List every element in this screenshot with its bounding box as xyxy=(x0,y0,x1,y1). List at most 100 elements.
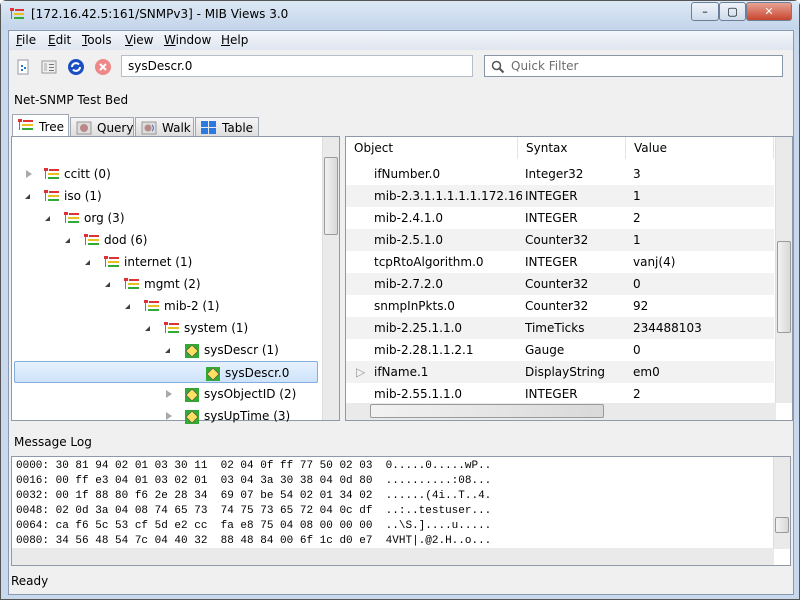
table-row[interactable]: mib-2.5.1.0 Counter32 1 xyxy=(346,229,774,251)
new-document-icon[interactable] xyxy=(14,58,32,76)
table-row[interactable]: mib-2.25.1.1.0 TimeTicks 234488103 xyxy=(346,317,774,339)
expand-arrow-icon[interactable] xyxy=(166,412,172,420)
log-line: 0064: ca f6 5c 53 cf 5d e2 cc fa e8 75 0… xyxy=(16,520,492,532)
collapse-arrow-icon[interactable] xyxy=(85,260,90,265)
menu-view[interactable]: View xyxy=(125,33,153,47)
collapse-arrow-icon[interactable] xyxy=(45,216,50,221)
log-horizontal-scrollbar[interactable] xyxy=(12,548,774,565)
menu-window[interactable]: Window xyxy=(164,33,211,47)
tree-node-label: mib-2 (1) xyxy=(164,299,220,313)
quick-filter-input[interactable]: Quick Filter xyxy=(484,55,783,77)
column-header-value[interactable]: Value xyxy=(626,137,774,159)
properties-icon[interactable] xyxy=(40,58,58,76)
mib-node-icon xyxy=(64,211,79,223)
table-row[interactable]: snmpInPkts.0 Counter32 92 xyxy=(346,295,774,317)
table-row[interactable]: mib-2.3.1.1.1.1.1.172.16.42.2INTEGER 1 xyxy=(346,185,774,207)
tab-table[interactable]: Table xyxy=(195,117,259,137)
minimize-button[interactable]: – xyxy=(691,2,719,21)
results-table: Object Syntax Value ifNumber.0 Integer32 3… xyxy=(345,136,793,421)
cell-value: 1 xyxy=(633,189,641,203)
expand-arrow-icon[interactable] xyxy=(166,390,172,398)
tab-tree[interactable]: Tree xyxy=(12,114,69,138)
table-row[interactable]: mib-2.7.2.0 Counter32 0 xyxy=(346,273,774,295)
tree-node-label: org (3) xyxy=(84,211,125,225)
tree-node[interactable]: dod (6) xyxy=(84,229,147,251)
column-header-object[interactable]: Object xyxy=(346,137,518,159)
mib-tree-icon xyxy=(10,8,24,19)
table-vertical-scrollbar[interactable] xyxy=(775,137,792,403)
cell-value: 234488103 xyxy=(633,321,702,335)
table-hscroll-thumb[interactable] xyxy=(370,404,604,418)
menu-edit[interactable]: Edit xyxy=(48,33,71,47)
mib-node-icon xyxy=(84,233,99,245)
table-row[interactable]: mib-2.28.1.1.2.1 Gauge 0 xyxy=(346,339,774,361)
maximize-button[interactable]: ▢ xyxy=(719,2,746,21)
tree-vertical-scrollbar[interactable] xyxy=(322,137,339,420)
table-row[interactable]: ifNumber.0 Integer32 3 xyxy=(346,163,774,185)
tab-query[interactable]: Query xyxy=(70,117,134,137)
toolbar: sysDescr.0 Quick Filter xyxy=(9,51,793,83)
tree-icon xyxy=(18,119,33,130)
menu-tools[interactable]: Tools xyxy=(82,33,112,47)
cell-value: 3 xyxy=(633,167,641,181)
oid-input[interactable]: sysDescr.0 xyxy=(121,55,473,77)
cell-syntax: INTEGER xyxy=(525,211,578,225)
tree-node[interactable]: sysDescr.0 xyxy=(14,361,318,383)
tree-node[interactable]: iso (1) xyxy=(44,185,102,207)
menu-file[interactable]: File xyxy=(16,33,36,47)
tab-walk[interactable]: Walk xyxy=(135,117,194,137)
table-row[interactable]: ▷ ifName.1 DisplayString em0 xyxy=(346,361,774,383)
cell-object: ifName.1 xyxy=(374,365,429,379)
tree-node[interactable]: org (3) xyxy=(64,207,125,229)
tree-scroll-thumb[interactable] xyxy=(324,157,338,235)
column-header-syntax[interactable]: Syntax xyxy=(518,137,626,159)
message-log-title: Message Log xyxy=(14,435,92,449)
tree-node[interactable]: ccitt (0) xyxy=(44,163,111,185)
table-horizontal-scrollbar[interactable] xyxy=(346,403,776,420)
mib-leaf-icon xyxy=(185,387,199,402)
collapse-arrow-icon[interactable] xyxy=(165,348,170,353)
status-bar-text: Ready xyxy=(11,574,49,588)
client-area: File Edit Tools View Window Help sysDescr.0 Q… xyxy=(8,30,794,595)
log-scroll-thumb[interactable] xyxy=(775,517,789,533)
mib-node-icon xyxy=(124,277,139,289)
tree-node-label: sysDescr (1) xyxy=(204,343,279,357)
mib-node-icon xyxy=(44,167,59,179)
cell-object: snmpInPkts.0 xyxy=(374,299,455,313)
expand-arrow-icon[interactable]: ▷ xyxy=(356,361,365,383)
collapse-arrow-icon[interactable] xyxy=(145,326,150,331)
collapse-arrow-icon[interactable] xyxy=(125,304,130,309)
close-button[interactable]: ✕ xyxy=(746,2,792,21)
table-vscroll-thumb[interactable] xyxy=(777,241,791,333)
tree-node[interactable]: internet (1) xyxy=(104,251,192,273)
cell-syntax: Counter32 xyxy=(525,277,589,291)
refresh-icon[interactable] xyxy=(67,58,85,76)
cell-value: 0 xyxy=(633,343,641,357)
stop-icon[interactable] xyxy=(94,58,112,76)
expand-arrow-icon[interactable] xyxy=(26,170,32,178)
message-log: 0000: 30 81 94 02 01 03 30 11 02 04 0f f… xyxy=(11,456,791,566)
tree-node[interactable]: sysUpTime (3) xyxy=(184,405,290,427)
tree-node[interactable]: system (1) xyxy=(164,317,248,339)
mib-tree[interactable]: ccitt (0) iso (1) org (3) dod (6) internet (… xyxy=(11,136,340,424)
mib-leaf-icon xyxy=(185,409,199,424)
tree-node[interactable]: sysObjectID (2) xyxy=(184,383,296,405)
query-icon xyxy=(76,121,92,135)
tree-node[interactable]: mib-2 (1) xyxy=(144,295,219,317)
tree-node[interactable]: sysDescr (1) xyxy=(184,339,279,361)
collapse-arrow-icon[interactable] xyxy=(105,282,110,287)
log-line: 0000: 30 81 94 02 01 03 30 11 02 04 0f f… xyxy=(16,460,492,472)
log-vertical-scrollbar[interactable] xyxy=(773,457,790,549)
table-row[interactable]: tcpRtoAlgorithm.0 INTEGER vanj(4) xyxy=(346,251,774,273)
table-row[interactable]: mib-2.55.1.1.0 INTEGER 2 xyxy=(346,383,774,405)
cell-syntax: TimeTicks xyxy=(525,321,585,335)
menu-help[interactable]: Help xyxy=(221,33,248,47)
tree-node[interactable]: mgmt (2) xyxy=(124,273,201,295)
collapse-arrow-icon[interactable] xyxy=(65,238,70,243)
tree-node-label: sysObjectID (2) xyxy=(204,387,297,401)
collapse-arrow-icon[interactable] xyxy=(25,194,30,199)
table-row[interactable]: mib-2.4.1.0 INTEGER 2 xyxy=(346,207,774,229)
cell-syntax: INTEGER xyxy=(525,387,578,401)
cell-value: 2 xyxy=(633,211,641,225)
tree-node-label: internet (1) xyxy=(124,255,193,269)
